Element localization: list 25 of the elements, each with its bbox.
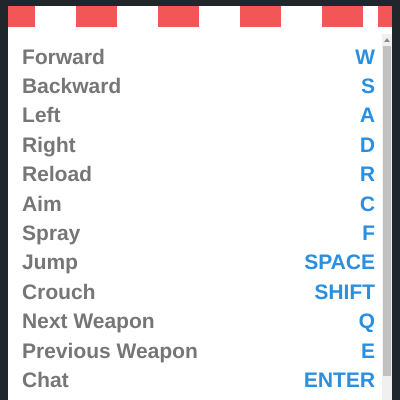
key-binding[interactable]: W xyxy=(355,46,375,70)
action-label: Right xyxy=(22,134,76,158)
action-label: Aim xyxy=(22,192,62,217)
key-binding[interactable]: SHIFT xyxy=(314,280,375,305)
key-binding[interactable]: Q xyxy=(358,310,375,334)
key-binding[interactable]: F xyxy=(362,222,375,246)
action-label: Jump xyxy=(22,251,78,276)
action-label: Left xyxy=(22,104,60,128)
key-binding[interactable]: A xyxy=(360,104,375,128)
action-label: Reload xyxy=(22,163,92,188)
key-binding[interactable]: C xyxy=(360,192,375,217)
action-label: Crouch xyxy=(22,280,96,305)
action-label: Backward xyxy=(22,75,122,100)
key-binding[interactable]: D xyxy=(360,134,375,158)
scrollbar[interactable] xyxy=(382,34,392,400)
action-label: Previous Weapon xyxy=(22,340,198,364)
key-binding[interactable]: SPACE xyxy=(304,251,375,276)
key-binding[interactable]: S xyxy=(360,75,375,100)
action-label: Next Weapon xyxy=(22,310,155,334)
action-label: Forward xyxy=(22,46,105,70)
action-label: Spray xyxy=(22,222,80,246)
key-binding[interactable]: R xyxy=(360,163,375,188)
action-label: Chat xyxy=(22,368,69,393)
key-binding[interactable]: E xyxy=(360,340,375,364)
key-binding[interactable]: ENTER xyxy=(304,368,375,393)
